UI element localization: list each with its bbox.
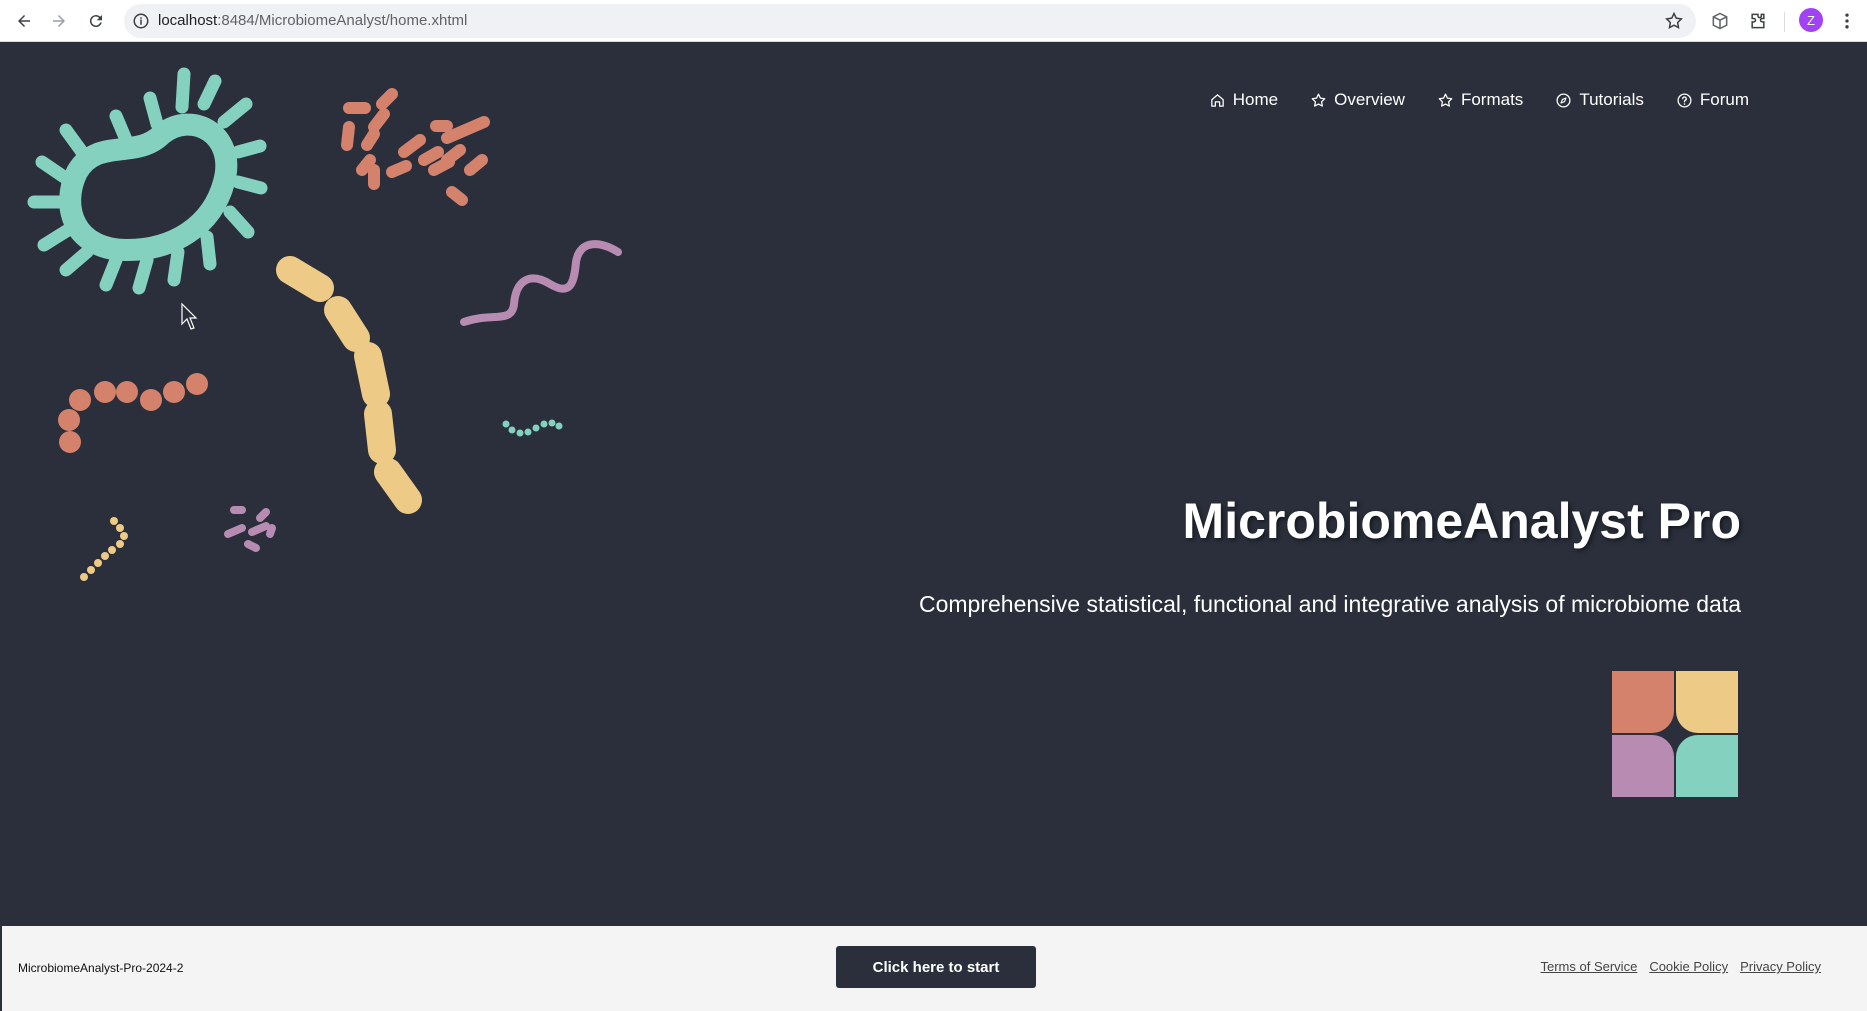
nav-tutorials-label: Tutorials	[1579, 90, 1644, 109]
teal-chain-icon	[502, 419, 563, 437]
browser-toolbar: localhost:8484/MicrobiomeAnalyst/home.xh…	[0, 0, 1867, 42]
terms-of-service-link[interactable]: Terms of Service	[1541, 959, 1638, 974]
page-title: MicrobiomeAnalyst Pro	[1182, 493, 1741, 549]
forward-arrow-icon[interactable]	[45, 7, 73, 35]
nav-forum[interactable]: Forum	[1676, 90, 1749, 110]
question-icon	[1677, 92, 1692, 108]
microbe-illustration	[27, 67, 622, 581]
page-subtitle: Comprehensive statistical, functional an…	[918, 591, 1741, 617]
main-nav: Home Overview Formats Tutorials Forum	[1209, 90, 1749, 110]
reload-icon[interactable]	[82, 7, 110, 35]
start-button[interactable]: Click here to start	[836, 946, 1036, 988]
kebab-menu-icon[interactable]	[1834, 8, 1860, 34]
bookmark-star-icon[interactable]	[1664, 11, 1684, 31]
star-icon	[1311, 92, 1326, 107]
address-bar[interactable]: localhost:8484/MicrobiomeAnalyst/home.xh…	[124, 4, 1696, 38]
nav-formats-label: Formats	[1460, 90, 1524, 109]
nav-formats[interactable]: Formats	[1437, 90, 1523, 110]
url-text[interactable]: localhost:8484/MicrobiomeAnalyst/home.xh…	[158, 12, 467, 29]
nav-forum-label: Forum	[1699, 90, 1749, 109]
microbiomeanalyst-logo-icon	[1612, 671, 1738, 797]
nav-overview-label: Overview	[1334, 90, 1405, 109]
version-label: MicrobiomeAnalyst-Pro-2024-2	[18, 961, 184, 975]
nav-tutorials[interactable]: Tutorials	[1555, 90, 1644, 110]
privacy-policy-link[interactable]: Privacy Policy	[1740, 959, 1821, 974]
salmon-cocci-icon	[58, 373, 208, 453]
home-icon	[1210, 93, 1224, 107]
nav-home[interactable]: Home	[1209, 90, 1278, 110]
toolbar-divider	[1784, 12, 1785, 32]
profile-avatar[interactable]: Z	[1799, 8, 1823, 32]
nav-overview[interactable]: Overview	[1310, 90, 1405, 110]
cookie-policy-link[interactable]: Cookie Policy	[1649, 959, 1728, 974]
yellow-chain-icon	[80, 517, 128, 581]
nav-home-label: Home	[1232, 90, 1279, 109]
purple-rods-icon	[224, 506, 276, 552]
star-icon	[1438, 92, 1453, 107]
footer: MicrobiomeAnalyst-Pro-2024-2 Click here …	[2, 926, 1867, 1011]
extension-icon[interactable]	[1707, 8, 1733, 34]
hero-section: Home Overview Formats Tutorials Forum Mi…	[2, 42, 1867, 926]
salmon-rods-icon	[341, 88, 490, 206]
footer-links: Terms of Service Cookie Policy Privacy P…	[1541, 959, 1822, 974]
purple-spiral-icon	[460, 240, 622, 326]
mouse-cursor-icon	[181, 302, 198, 330]
teal-microbe-icon	[27, 67, 268, 295]
puzzle-icon[interactable]	[1745, 8, 1771, 34]
compass-icon	[1556, 92, 1571, 108]
site-info-icon[interactable]	[132, 12, 150, 30]
yellow-bacillus-icon	[276, 256, 422, 514]
back-arrow-icon[interactable]	[10, 7, 38, 35]
